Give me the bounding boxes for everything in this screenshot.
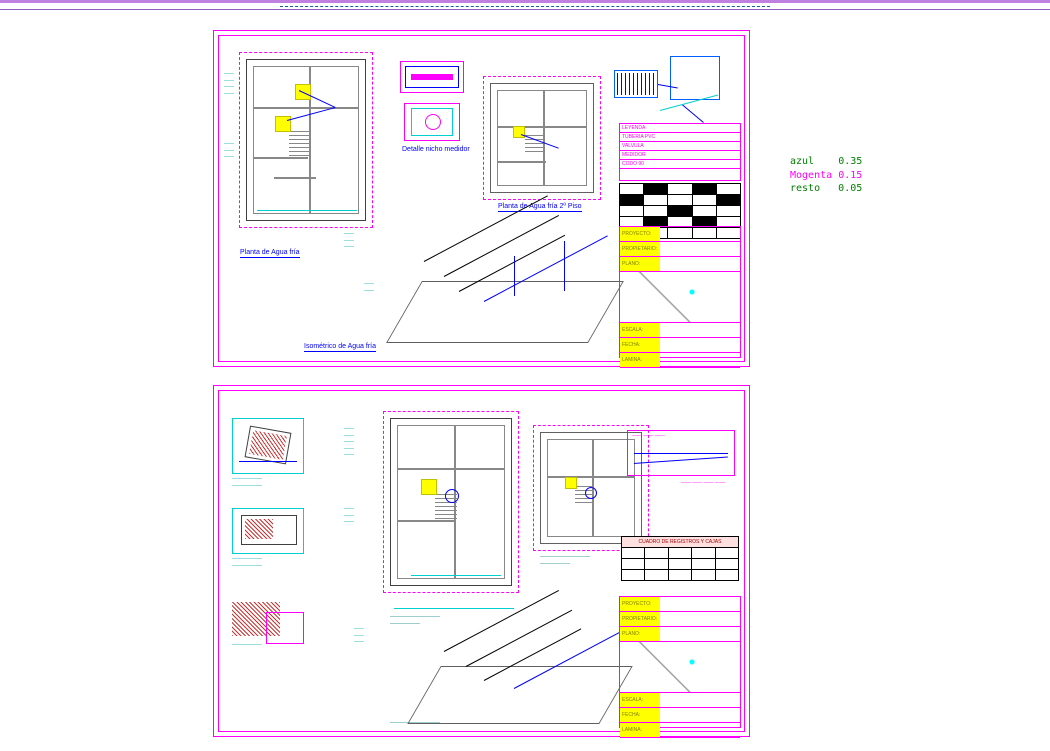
detail-sumidero [232,508,304,554]
seccion-dims: —— —— —— —— [681,480,725,487]
dim-notes-1: ———————— [224,71,234,97]
detail-caja-registro [232,418,304,474]
detail-sumidero-label: ———————————— [232,556,262,569]
registers-table: CUADRO DE REGISTROS Y CAJAS [621,536,739,581]
title-block-sheet1: PROYECTO: PROPIETARIO: PLANO: ESCALA: FE… [619,226,741,358]
detail-nicho-top [400,61,464,93]
drawing-sheet-1: ———————— —————— Planta de Agua fría Deta… [213,30,750,367]
floor-plan-agua-fria-1 [246,59,366,221]
detail-nicho-bottom [404,103,460,141]
label-planta-agua-fria: Planta de Agua fría [240,249,300,258]
legend-materials: LEYENDA TUBERIA PVC VALVULA MEDIDOR CODO… [619,123,741,181]
floor-plan-sanitarias-1 [390,418,512,586]
sewer-run-1 [394,608,514,609]
key-magenta-label: Mogenta [790,170,832,181]
isometric-desague: —————— [384,626,634,731]
isometric-agua-fria: —————— ———— [364,221,624,351]
key-resto-label: resto [790,183,820,194]
floor-plan-agua-fria-2 [490,83,594,193]
key-magenta-val: 0.15 [838,170,862,181]
dim-notes-b1: —————————— [344,426,354,459]
label-planta-2do: Planta de Agua fría 2º Piso [498,203,582,212]
label-iso-desague: —————————— [390,720,440,727]
label-isometrico: Isométrico de Agua fría [304,343,376,352]
seccion-longitudinal: —— —— —— [627,430,735,476]
detail-caja-label: ———————————— [232,476,262,489]
key-azul-val: 0.35 [838,156,862,167]
detail-vent-label: —————— [232,642,262,649]
label-sanitarias-2: ———————————————— [540,554,590,567]
window-top-border [0,0,1050,10]
lineweight-key: azul 0.35 Mogenta 0.15 resto 0.05 [790,155,862,196]
site-key-plan [609,49,731,119]
key-azul-label: azul [790,156,814,167]
dim-notes-b2: —————— [344,506,354,526]
detail-ventilacion [266,612,304,644]
dim-notes-2: —————— [224,141,234,161]
key-resto-val: 0.05 [838,183,862,194]
drawing-sheet-2: ———————————— ———————————— —————— ———————… [213,385,750,737]
label-detalle-nicho: Detalle nicho medidor [402,146,470,153]
title-block-sheet2: PROYECTO: PROPIETARIO: PLANO: ESCALA: FE… [619,596,741,728]
